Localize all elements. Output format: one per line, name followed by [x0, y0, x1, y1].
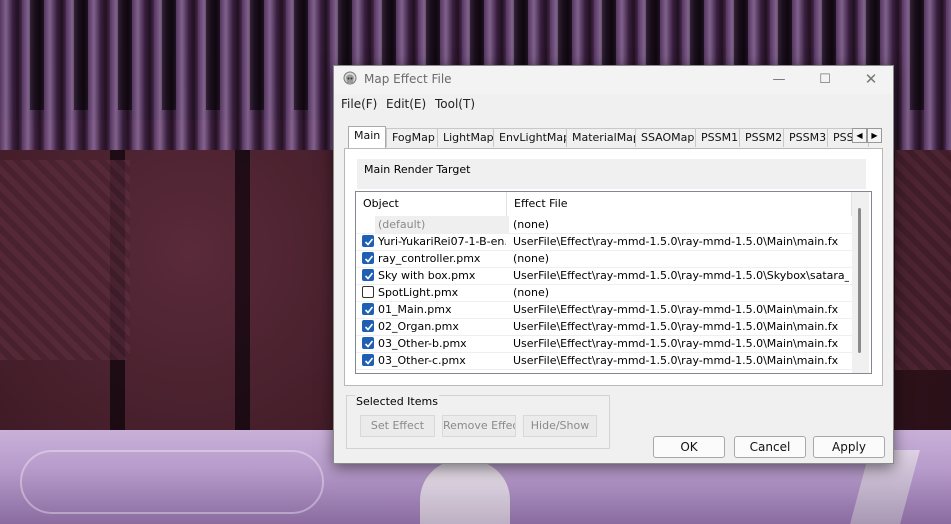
menu-file[interactable]: File(F) — [341, 97, 377, 111]
menu-bar: File(F) Edit(E) Tool(T) — [334, 95, 893, 115]
minimize-button[interactable]: — — [756, 66, 802, 94]
list-row[interactable]: Yuri-YukariRei07-1-B-en... UserFile\Effe… — [356, 233, 852, 251]
remove-effect-button[interactable]: Remove Effect — [442, 415, 516, 437]
apply-button[interactable]: Apply — [813, 436, 885, 458]
tab-materialmap[interactable]: MaterialMap — [566, 128, 646, 147]
tab-strip: Main FogMap LightMap EnvLightMap Materia… — [344, 126, 882, 148]
tab-scroll-left-icon[interactable]: ◀ — [852, 128, 867, 143]
tab-pssm2[interactable]: PSSM2 — [739, 128, 789, 147]
selected-items-label: Selected Items — [355, 395, 439, 408]
column-header-object[interactable]: Object — [356, 192, 507, 216]
effect-file: UserFile\Effect\ray-mmd-1.5.0\ray-mmd-1.… — [513, 269, 849, 282]
title-bar[interactable]: Map Effect File — ☐ ✕ — [334, 66, 893, 94]
tab-scroll-right-icon[interactable]: ▶ — [867, 128, 882, 143]
tab-envlightmap[interactable]: EnvLightMap — [493, 128, 577, 147]
object-name: Sky with box.pmx — [378, 269, 476, 282]
list-row[interactable]: SpotLight.pmx (none) — [356, 284, 852, 302]
tab-panel-main: Main Render Target Object Effect File (d… — [344, 148, 883, 386]
tab-pssm1[interactable]: PSSM1 — [695, 128, 745, 147]
object-name: ray_controller.pmx — [378, 252, 481, 265]
row-checkbox[interactable] — [362, 235, 374, 247]
cancel-button[interactable]: Cancel — [734, 436, 806, 458]
effect-file: UserFile\Effect\ray-mmd-1.5.0\ray-mmd-1.… — [513, 303, 839, 316]
row-checkbox[interactable] — [362, 269, 374, 281]
list-row[interactable]: ray_controller.pmx (none) — [356, 250, 852, 268]
map-effect-dialog: Map Effect File — ☐ ✕ File(F) Edit(E) To… — [333, 65, 894, 464]
object-name: (default) — [375, 216, 509, 233]
list-vertical-scrollbar[interactable] — [852, 192, 869, 373]
list-row[interactable]: 03_Other-b.pmx UserFile\Effect\ray-mmd-1… — [356, 335, 852, 353]
object-name: 01_Main.pmx — [378, 303, 452, 316]
row-checkbox[interactable] — [362, 320, 374, 332]
list-row[interactable]: 01_Main.pmx UserFile\Effect\ray-mmd-1.5.… — [356, 301, 852, 319]
tab-fogmap[interactable]: FogMap — [386, 128, 441, 147]
window-title: Map Effect File — [364, 72, 452, 86]
object-name: 03_Other-b.pmx — [378, 337, 467, 350]
effect-file: (none) — [513, 286, 550, 299]
row-checkbox[interactable] — [362, 303, 374, 315]
effect-file: UserFile\Effect\ray-mmd-1.5.0\ray-mmd-1.… — [513, 354, 839, 367]
tab-pssm3[interactable]: PSSM3 — [783, 128, 833, 147]
tab-ssaomap[interactable]: SSAOMap — [635, 128, 701, 147]
effect-file: UserFile\Effect\ray-mmd-1.5.0\ray-mmd-1.… — [513, 337, 839, 350]
app-icon — [342, 71, 358, 87]
tab-scroll-buttons: ◀ ▶ — [852, 128, 882, 143]
row-checkbox[interactable] — [362, 337, 374, 349]
effect-file: (none) — [513, 218, 550, 231]
object-effect-list[interactable]: Object Effect File (default) (none) Yuri… — [355, 191, 872, 374]
effect-file: (none) — [513, 252, 550, 265]
object-name: 02_Organ.pmx — [378, 320, 459, 333]
close-button[interactable]: ✕ — [848, 66, 894, 94]
hide-show-button[interactable]: Hide/Show — [523, 415, 597, 437]
background-character — [420, 460, 510, 524]
list-row-default[interactable]: (default) (none) — [356, 216, 852, 234]
list-row[interactable]: 03_Other-c.pmx UserFile\Effect\ray-mmd-1… — [356, 352, 852, 370]
ok-button[interactable]: OK — [653, 436, 725, 458]
column-header-effect-file[interactable]: Effect File — [507, 192, 852, 216]
maximize-button[interactable]: ☐ — [802, 66, 848, 94]
row-checkbox[interactable] — [362, 286, 374, 298]
effect-file: UserFile\Effect\ray-mmd-1.5.0\ray-mmd-1.… — [513, 235, 839, 248]
render-target-bar: Main Render Target — [357, 159, 866, 189]
menu-edit[interactable]: Edit(E) — [386, 97, 426, 111]
object-name: SpotLight.pmx — [378, 286, 459, 299]
object-name: 03_Other-c.pmx — [378, 354, 466, 367]
scrollbar-thumb[interactable] — [858, 208, 861, 353]
row-checkbox[interactable] — [362, 252, 374, 264]
effect-file: UserFile\Effect\ray-mmd-1.5.0\ray-mmd-1.… — [513, 320, 839, 333]
list-row[interactable]: 02_Organ.pmx UserFile\Effect\ray-mmd-1.5… — [356, 318, 852, 336]
background-floor-ornament — [20, 450, 324, 514]
set-effect-button[interactable]: Set Effect — [360, 415, 435, 437]
list-header: Object Effect File — [356, 192, 852, 216]
tab-main[interactable]: Main — [348, 126, 387, 148]
row-checkbox[interactable] — [362, 354, 374, 366]
background-panel-right — [895, 150, 951, 370]
render-target-label: Main Render Target — [364, 163, 471, 176]
background-panel-left — [0, 160, 130, 360]
object-name: Yuri-YukariRei07-1-B-en... — [378, 235, 506, 248]
menu-tool[interactable]: Tool(T) — [435, 97, 475, 111]
tab-lightmap[interactable]: LightMap — [437, 128, 500, 147]
list-row[interactable]: Sky with box.pmx UserFile\Effect\ray-mmd… — [356, 267, 852, 285]
